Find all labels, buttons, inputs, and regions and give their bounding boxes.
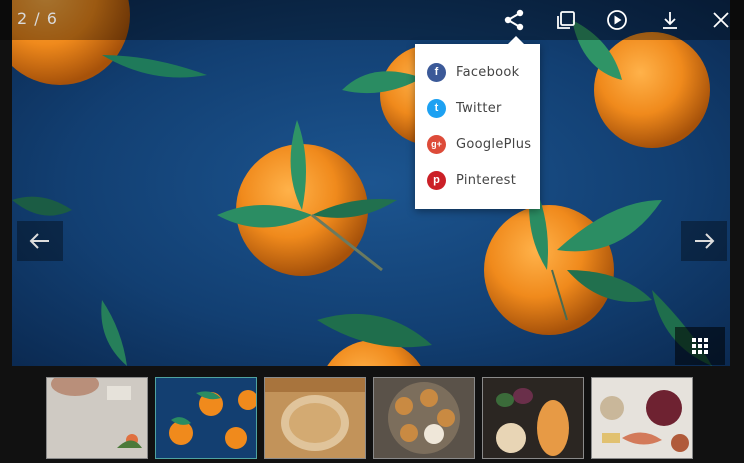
share-item-label: GooglePlus — [456, 136, 532, 152]
thumbnail-1[interactable] — [46, 377, 148, 459]
share-item-label: Pinterest — [456, 172, 517, 188]
slide-counter: 2 / 6 — [17, 9, 58, 28]
download-icon — [663, 12, 677, 29]
share-googleplus[interactable]: g+ GooglePlus — [427, 131, 531, 157]
pinterest-icon: p — [427, 170, 446, 190]
arrow-right-icon — [695, 233, 715, 249]
twitter-icon: t — [427, 98, 446, 118]
thumbnail-3[interactable] — [264, 377, 366, 459]
download-button[interactable] — [654, 4, 686, 36]
share-twitter[interactable]: t Twitter — [427, 95, 502, 121]
share-icon — [504, 9, 524, 31]
share-pinterest[interactable]: p Pinterest — [427, 167, 516, 193]
lightbox-viewer: 2 / 6 f Facebook t Twitter g+ GooglePlus… — [0, 0, 744, 463]
fullscreen-button[interactable] — [550, 4, 582, 36]
share-facebook[interactable]: f Facebook — [427, 59, 519, 85]
arrow-left-icon — [29, 233, 49, 249]
thumbnail-4[interactable] — [373, 377, 475, 459]
main-photo — [12, 0, 730, 366]
play-icon — [607, 10, 627, 30]
thumbnail-6[interactable] — [591, 377, 693, 459]
play-button[interactable] — [601, 4, 633, 36]
close-button[interactable] — [705, 4, 737, 36]
previous-button[interactable] — [17, 221, 63, 261]
thumbnail-strip — [46, 377, 693, 459]
thumbnail-2[interactable] — [155, 377, 257, 459]
share-button[interactable] — [498, 4, 530, 36]
share-item-label: Facebook — [456, 64, 520, 80]
share-dropdown: f Facebook t Twitter g+ GooglePlus p Pin… — [415, 36, 540, 209]
close-icon — [713, 12, 729, 28]
next-button[interactable] — [681, 221, 727, 261]
share-item-label: Twitter — [456, 100, 502, 116]
googleplus-icon: g+ — [427, 134, 446, 154]
grid-icon — [692, 338, 708, 354]
thumbnails-toggle-button[interactable] — [675, 327, 725, 365]
facebook-icon: f — [427, 62, 446, 82]
fullscreen-icon — [557, 11, 575, 29]
top-toolbar: 2 / 6 — [0, 0, 744, 40]
thumbnail-5[interactable] — [482, 377, 584, 459]
